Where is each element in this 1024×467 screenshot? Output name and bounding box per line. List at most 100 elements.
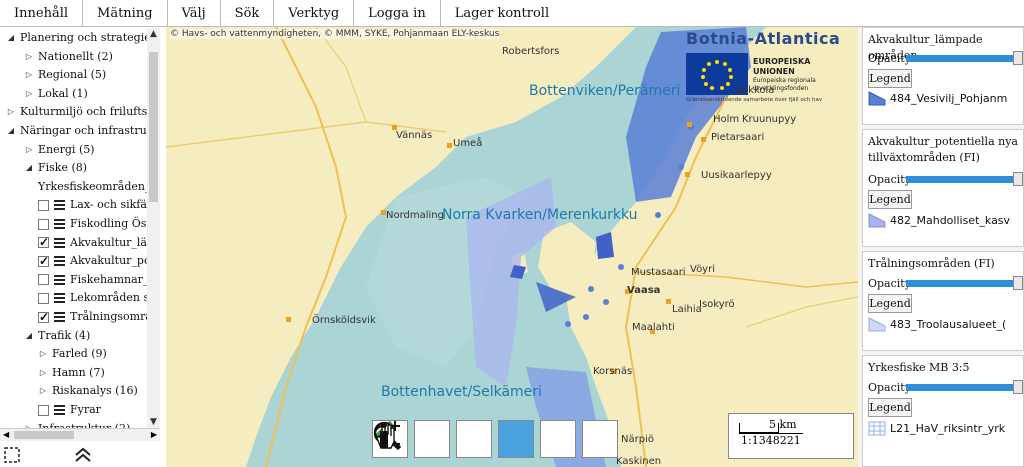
legend-item: L21_HaV_riksintr_yrk (868, 421, 1005, 436)
zoom-out-button[interactable] (374, 420, 492, 458)
collapsed-arrow-icon[interactable]: ▷ (38, 364, 48, 382)
layer-checkbox[interactable] (38, 274, 49, 286)
collapsed-arrow-icon[interactable]: ▷ (24, 141, 34, 159)
zoom-box-button[interactable] (374, 420, 534, 458)
tree-group[interactable]: ▷ Hamn (7) (38, 364, 105, 382)
layer-row[interactable]: Fiskodling Öster (38, 215, 160, 233)
layer-row[interactable]: Lekområden sik/ (38, 289, 160, 307)
opacity-label: Opacity (868, 277, 911, 290)
menu-lager-kontroll[interactable]: Lager kontroll (441, 0, 563, 27)
layer-card: Trålningsområden (FI) Opacity Legend 483… (862, 251, 1024, 351)
scale-bar: 5 km 1:1348221 (728, 413, 854, 459)
tree-scrollbar[interactable]: ▲ ▼ (147, 28, 160, 428)
legend-item-label: L21_HaV_riksintr_yrk (890, 422, 1006, 435)
opacity-slider[interactable] (906, 380, 1023, 394)
tree-group[interactable]: ◢ Trafik (4) (24, 327, 90, 345)
opacity-knob[interactable] (1013, 380, 1023, 394)
scroll-up-icon[interactable]: ▲ (147, 28, 160, 40)
layer-row[interactable]: Trålningsområde (38, 308, 160, 326)
expanded-arrow-icon[interactable]: ◢ (6, 29, 16, 47)
layer-card: Akvakultur_potentiella nya tillväxtområd… (862, 129, 1024, 247)
legend-button[interactable]: Legend (868, 69, 912, 88)
layer-checkbox[interactable] (38, 308, 49, 326)
menu-sok[interactable]: Sök (221, 0, 275, 27)
legend-button[interactable]: Legend (868, 398, 912, 417)
tree-group[interactable]: Yrkesfiskeområden_bruk (38, 178, 160, 196)
tree-group[interactable]: ◢ Näringar och infrastruktur ( (6, 122, 160, 140)
legend-item: 483_Troolausalueet_( (868, 317, 1006, 332)
info-button[interactable] (380, 420, 618, 458)
collapsed-arrow-icon[interactable]: ▷ (24, 48, 34, 66)
opacity-label: Opacity (868, 52, 911, 65)
scroll-thumb[interactable] (149, 52, 158, 202)
tree-group[interactable]: ▷ Kulturmiljö och friluftsliv (2 (6, 103, 160, 121)
layer-checkbox[interactable] (38, 292, 49, 304)
menu-logga-in[interactable]: Logga in (354, 0, 441, 27)
map-attribution: © Havs- och vattenmyndigheten, © MMM, SY… (170, 29, 500, 39)
map-view[interactable]: © Havs- och vattenmyndigheten, © MMM, SY… (166, 27, 858, 467)
collapsed-arrow-icon[interactable]: ▷ (6, 103, 16, 121)
collapsed-arrow-icon[interactable]: ▷ (24, 66, 34, 84)
list-icon (54, 256, 65, 267)
layer-checkbox[interactable] (38, 252, 49, 270)
expanded-arrow-icon[interactable]: ◢ (24, 327, 34, 345)
layer-checkbox[interactable] (38, 233, 49, 251)
hscroll-thumb[interactable] (14, 431, 74, 439)
tree-label: Trafik (4) (38, 328, 91, 342)
expanded-arrow-icon[interactable]: ◢ (6, 122, 16, 140)
place-label: Umeå (453, 138, 483, 149)
layer-checkbox[interactable] (38, 199, 49, 211)
opacity-slider[interactable] (906, 276, 1023, 290)
layer-row[interactable]: Fiskehamnar_la (38, 271, 159, 289)
layer-row[interactable]: Akvakultur_pote (38, 252, 160, 270)
place-label: Holm (713, 114, 740, 125)
place-label: Nordmaling (386, 210, 444, 221)
legend-button[interactable]: Legend (868, 294, 912, 313)
opacity-knob[interactable] (1013, 172, 1023, 186)
eu-line3: Europeiska regionala (753, 77, 816, 84)
menu-innehall[interactable]: Innehåll (0, 0, 84, 27)
collapsed-arrow-icon[interactable]: ▷ (24, 85, 34, 103)
tree-group[interactable]: ◢ Fiske (8) (24, 159, 87, 177)
collapsed-arrow-icon[interactable]: ▷ (38, 382, 48, 400)
tree-label: Yrkesfiskeområden_bruk (38, 179, 160, 193)
opacity-slider[interactable] (906, 51, 1023, 65)
tree-group[interactable]: ▷ Regional (5) (24, 66, 106, 84)
scroll-left-icon[interactable]: ◀ (3, 429, 9, 441)
tree-group[interactable]: ▷ Riskanalys (16) (38, 382, 138, 400)
layer-row[interactable]: Lax- och sikfällor (38, 196, 160, 214)
opacity-row: Opacity (868, 172, 1023, 186)
horizontal-scrollbar[interactable]: ◀ ▶ (0, 429, 160, 441)
scroll-right-icon[interactable]: ▶ (151, 429, 157, 441)
layer-checkbox[interactable] (38, 218, 49, 230)
tree-group[interactable]: ▷ Energi (5) (24, 141, 95, 159)
tree-group[interactable]: ▷ Farled (9) (38, 345, 107, 363)
menu-verktyg[interactable]: Verktyg (274, 0, 355, 27)
collapse-up-icon[interactable] (74, 446, 92, 464)
tree-group[interactable]: ▷ Nationellt (2) (24, 48, 113, 66)
tree-group[interactable]: ◢ Planering och strategier (3) (6, 29, 160, 47)
sea-label: Bottenviken/Perämeri (529, 83, 681, 99)
layer-row[interactable]: Fyrar (38, 401, 101, 419)
layer-checkbox[interactable] (38, 404, 49, 416)
fullscreen-icon[interactable] (4, 447, 20, 463)
menu-valj[interactable]: Välj (168, 0, 221, 27)
place-label: Robertsfors (502, 46, 560, 57)
tree-group[interactable]: ▷ Lokal (1) (24, 85, 88, 103)
opacity-knob[interactable] (1013, 51, 1023, 65)
opacity-knob[interactable] (1013, 276, 1023, 290)
collapsed-arrow-icon[interactable]: ▷ (38, 345, 48, 363)
place-label: Kokkola (736, 85, 775, 96)
zoom-in-button[interactable] (374, 420, 450, 458)
menu-matning[interactable]: Mätning (83, 0, 168, 27)
expanded-arrow-icon[interactable]: ◢ (24, 159, 34, 177)
pan-button[interactable] (376, 420, 576, 458)
tree-label: Kulturmiljö och friluftsliv (2 (20, 105, 160, 119)
scroll-down-icon[interactable]: ▼ (147, 416, 160, 428)
sea-label: Norra Kvarken/Merenkurkku (442, 207, 638, 223)
layer-row[interactable]: Akvakultur_lämp (38, 233, 160, 252)
place-label: Närpiö (621, 434, 654, 445)
list-icon (54, 312, 65, 322)
legend-button[interactable]: Legend (868, 190, 912, 209)
opacity-slider[interactable] (906, 172, 1023, 186)
